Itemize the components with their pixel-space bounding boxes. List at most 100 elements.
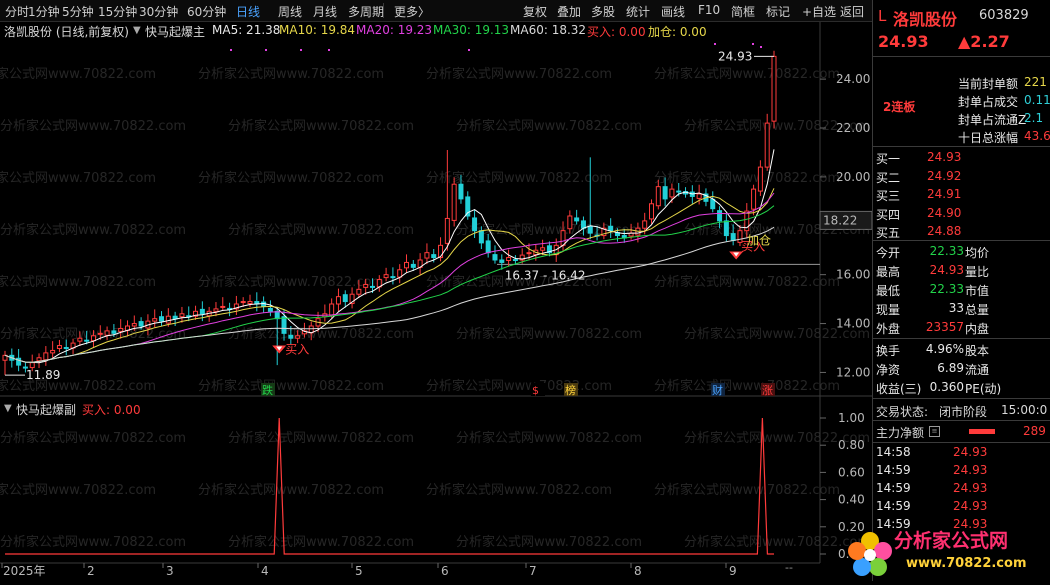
main-net-row[interactable]: 主力净额 ≡ 289 [873,423,1050,441]
stats2-row: 收益(三) 0.360 PE(动) [876,380,1002,396]
candle-body [50,349,56,354]
quote-panel: L 洛凯股份 603829 24.93 ▲2.27 2连板 当前封单额 221 … [872,0,1050,581]
candle-body [669,188,675,198]
sub-indicator-name[interactable]: 快马起爆副 [16,401,76,418]
candle-body [574,217,580,222]
flower-logo-icon [848,532,892,576]
watermark-text: 分析家公式网www.70822.com [0,482,156,498]
signal-dot [714,43,716,45]
stats-row: 外盘 23357 内盘 [876,320,990,336]
price-chart[interactable]: 分析家公式网www.70822.com 分析家公式网www.70822.com 分析… [0,0,872,581]
candle-body [77,337,83,342]
candle-body [526,252,532,255]
candle-body [172,315,178,320]
order-book-row[interactable]: 买二 24.92 [873,168,1050,186]
tick-row: 14:59 24.93 [876,481,988,495]
watermark-text: 分析家公式网www.70822.com [654,66,840,82]
candle-body [97,332,103,335]
candle-body [281,316,287,334]
y-axis-tick: 14.00 [836,317,870,331]
stats-row: 现量 33 总量 [876,301,990,317]
candle-body [649,203,655,220]
order-book-row[interactable]: 买四 24.90 [873,205,1050,223]
range-label: 16.37 - 16.42 [505,268,586,282]
candle-body [342,294,348,303]
price-row: 24.93 ▲2.27 [873,31,1050,53]
y-axis-tick: 12.00 [836,365,870,379]
watermark-text: 分析家公式网www.70822.com [426,482,612,498]
candle-body [104,330,110,336]
candle-body [512,259,518,262]
candle-body [274,310,280,320]
stats-row: 最低 22.33 市值 [876,282,990,298]
candle-body [240,301,246,304]
candle-body [199,308,205,315]
watermark-text: 分析家公式网www.70822.com [228,534,414,550]
list-icon[interactable]: ≡ [929,426,940,437]
y-axis-tick: 22.00 [836,121,870,135]
seal-row: 封单占成交 0.11 [958,93,1050,109]
candle-body [369,285,375,288]
signal-dot [328,49,330,51]
candle-body [642,220,648,229]
watermark-text: 分析家公式网www.70822.com [0,222,186,238]
candle-body [472,217,478,232]
watermark-layer: 分析家公式网www.70822.com 分析家公式网www.70822.com 分析… [0,66,870,550]
site-logo: 分析家公式网 www.70822.com [840,522,1050,581]
candle-body [383,274,389,279]
candle-body [424,252,430,259]
candle-body [492,254,498,261]
candle-body [295,335,301,339]
candle-body [247,301,253,305]
tick-row: 14:58 24.93 [876,445,988,459]
order-book-row[interactable]: 买三 24.91 [873,186,1050,204]
logo-text: 分析家公式网 [894,529,1008,552]
watermark-text: 分析家公式网www.70822.com [0,118,186,134]
candle-body [655,186,661,207]
current-price: 24.93 [878,32,929,51]
x-axis-label: 7 [529,564,537,578]
candle-body [220,305,226,308]
x-axis-label: 6 [441,564,449,578]
buy-label-1: 买入 [285,343,309,357]
watermark-text: 分析家公式网www.70822.com [228,118,414,134]
seal-row: 封单占流通Z 2.1 [958,111,1044,127]
watermark-text: 分析家公式网www.70822.com [0,66,156,82]
event-marker: 榜 [565,383,576,397]
event-marker: 财 [712,383,723,397]
order-book-row[interactable]: 买五 24.88 [873,223,1050,241]
watermark-text: 分析家公式网www.70822.com [198,482,384,498]
candle-body [771,55,777,122]
add-label: 加仓 [747,233,771,247]
watermark-text: 分析家公式网www.70822.com [654,274,840,290]
candle-body [288,334,294,339]
candle-body [580,220,586,229]
candle-body [662,186,668,200]
sub-y-axis-tick: 1.00 [838,411,865,425]
signal-dot [760,46,762,48]
watermark-text: 分析家公式网www.70822.com [0,534,186,550]
candle-body [56,345,62,349]
candle-body [131,323,137,327]
candle-body [29,362,35,369]
tick-row: 14:59 24.93 [876,499,988,513]
signal-dot [752,43,754,45]
candle-body [335,296,341,305]
watermark-text: 分析家公式网www.70822.com [654,482,840,498]
sub-y-axis-tick: 0.40 [838,493,865,507]
sub-indicator-dropdown-icon[interactable]: ▼ [4,403,12,414]
logo-url: www.70822.com [906,556,1027,571]
candle-body [267,307,273,312]
candle-body [152,318,158,322]
candle-body [329,303,335,317]
watermark-text: 分析家公式网www.70822.com [0,430,186,446]
watermark-text: 分析家公式网www.70822.com [456,430,642,446]
order-book-row[interactable]: 买一 24.93 [873,149,1050,167]
candle-body [560,230,566,246]
event-marker: 涨 [762,384,773,397]
sub-y-axis-tick: 0.60 [838,465,865,479]
signal-dot [468,49,470,51]
event-marker: $ [532,384,539,397]
watermark-text: 分析家公式网www.70822.com [456,534,642,550]
x-axis-label: 3 [166,564,174,578]
